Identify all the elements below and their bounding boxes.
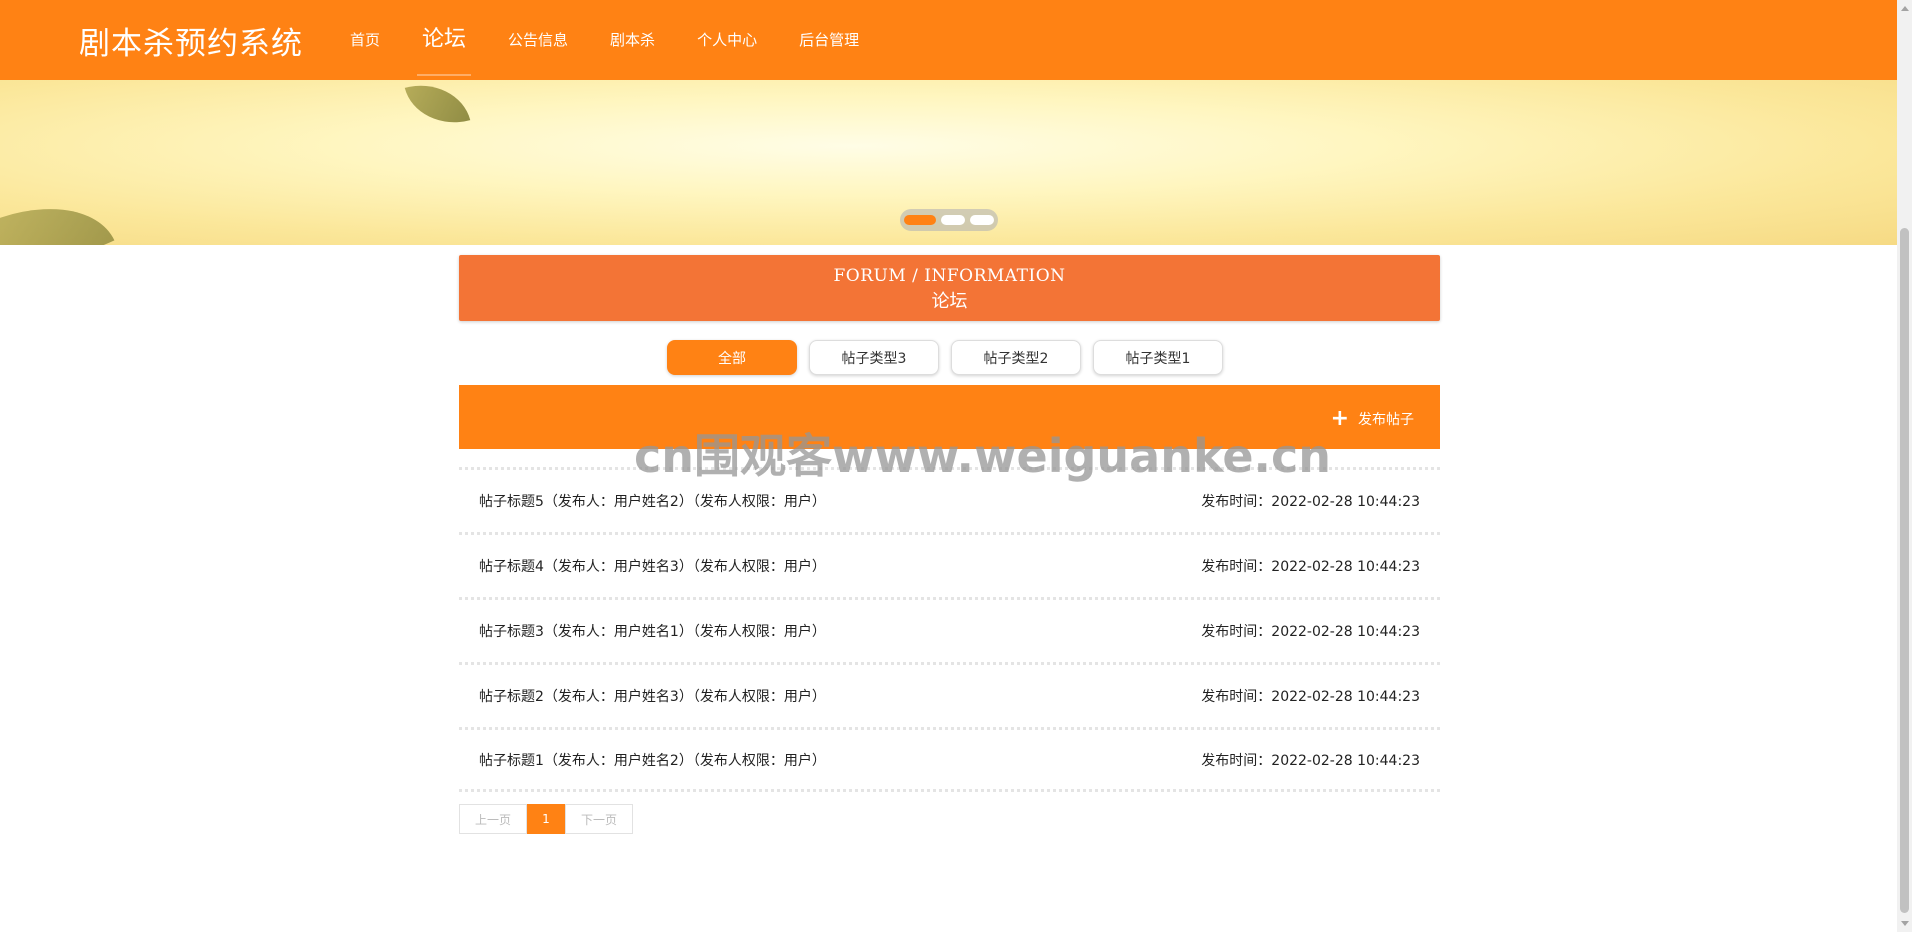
category-tabs: 全部 帖子类型3 帖子类型2 帖子类型1 — [667, 340, 1223, 375]
post-row[interactable]: 帖子标题2（发布人：用户姓名3）（发布人权限：用户） 发布时间：2022-02-… — [459, 662, 1440, 727]
new-post-button[interactable]: + 发布帖子 — [1330, 406, 1414, 431]
plus-icon: + — [1330, 406, 1349, 431]
tab-all[interactable]: 全部 — [667, 340, 797, 375]
post-time: 发布时间：2022-02-28 10:44:23 — [1201, 752, 1420, 769]
post-row[interactable]: 帖子标题3（发布人：用户姓名1）（发布人权限：用户） 发布时间：2022-02-… — [459, 597, 1440, 662]
scroll-up-icon[interactable] — [1901, 6, 1909, 11]
carousel-dot-3[interactable] — [970, 215, 994, 225]
carousel-dot-2[interactable] — [941, 215, 965, 225]
site-title[interactable]: 剧本杀预约系统 — [79, 18, 303, 63]
tab-type-1[interactable]: 帖子类型1 — [1093, 340, 1223, 375]
watermark-text: cn围观客www.weiguanke.cn — [634, 429, 1332, 483]
nav-scripts[interactable]: 剧本杀 — [610, 0, 655, 80]
new-post-label: 发布帖子 — [1358, 412, 1414, 428]
scrollbar-thumb[interactable] — [1900, 228, 1909, 913]
post-row[interactable]: 帖子标题4（发布人：用户姓名3）（发布人权限：用户） 发布时间：2022-02-… — [459, 532, 1440, 597]
post-title[interactable]: 帖子标题3（发布人：用户姓名1）（发布人权限：用户） — [479, 621, 826, 641]
carousel-indicators — [900, 209, 998, 231]
nav-home[interactable]: 首页 — [350, 0, 380, 80]
post-title[interactable]: 帖子标题4（发布人：用户姓名3）（发布人权限：用户） — [479, 556, 826, 576]
pagination: 上一页 1 下一页 — [459, 804, 633, 834]
post-row[interactable]: 帖子标题1（发布人：用户姓名2）（发布人权限：用户） 发布时间：2022-02-… — [459, 727, 1440, 792]
post-title[interactable]: 帖子标题5（发布人：用户姓名2）（发布人权限：用户） — [479, 491, 826, 511]
post-title[interactable]: 帖子标题2（发布人：用户姓名3）（发布人权限：用户） — [479, 686, 826, 706]
post-time: 发布时间：2022-02-28 10:44:23 — [1201, 494, 1420, 510]
post-title[interactable]: 帖子标题1（发布人：用户姓名2）（发布人权限：用户） — [479, 750, 826, 770]
nav-personal-center[interactable]: 个人中心 — [697, 0, 757, 80]
forum-title-cn: 论坛 — [931, 291, 968, 312]
leaf-decoration — [0, 176, 115, 245]
post-time: 发布时间：2022-02-28 10:44:23 — [1201, 689, 1420, 705]
next-page-button[interactable]: 下一页 — [565, 804, 633, 834]
main-nav: 首页 论坛 公告信息 剧本杀 个人中心 后台管理 — [350, 0, 901, 80]
forum-title-box: FORUM / INFORMATION 论坛 — [459, 255, 1440, 321]
prev-page-button[interactable]: 上一页 — [459, 804, 527, 834]
post-time: 发布时间：2022-02-28 10:44:23 — [1201, 559, 1420, 575]
scroll-down-icon[interactable] — [1901, 921, 1909, 926]
leaf-decoration — [404, 80, 471, 135]
nav-forum[interactable]: 论坛 — [417, 0, 472, 80]
post-list: 帖子标题5（发布人：用户姓名2）（发布人权限：用户） 发布时间：2022-02-… — [459, 467, 1440, 792]
vertical-scrollbar[interactable] — [1897, 0, 1912, 932]
tab-type-3[interactable]: 帖子类型3 — [809, 340, 939, 375]
carousel-dot-1[interactable] — [904, 215, 936, 225]
page-number-current[interactable]: 1 — [527, 804, 565, 834]
tab-type-2[interactable]: 帖子类型2 — [951, 340, 1081, 375]
post-time: 发布时间：2022-02-28 10:44:23 — [1201, 624, 1420, 640]
nav-admin[interactable]: 后台管理 — [799, 0, 859, 80]
forum-title-en: FORUM / INFORMATION — [833, 266, 1066, 286]
banner-carousel — [0, 80, 1897, 245]
nav-announcements[interactable]: 公告信息 — [508, 0, 568, 80]
top-nav-bar: 剧本杀预约系统 首页 论坛 公告信息 剧本杀 个人中心 后台管理 — [0, 0, 1897, 80]
